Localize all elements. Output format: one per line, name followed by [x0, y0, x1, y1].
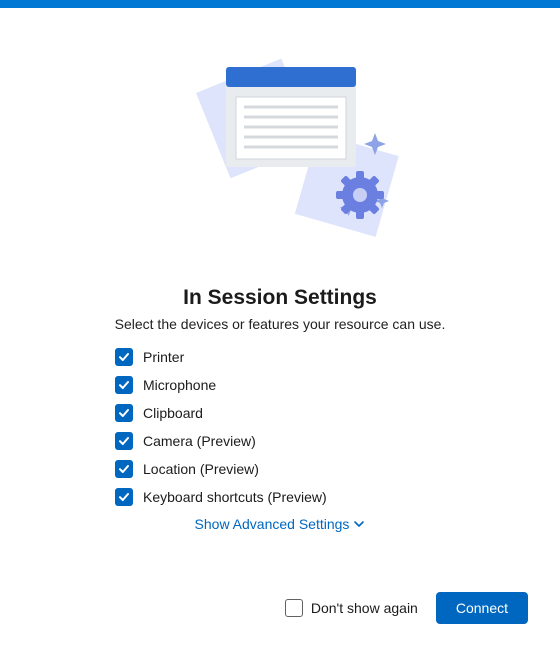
option-microphone[interactable]: Microphone: [115, 376, 445, 394]
window-top-accent: [0, 0, 560, 8]
option-label: Microphone: [143, 377, 216, 393]
option-label: Printer: [143, 349, 184, 365]
option-keyboard-shortcuts-preview[interactable]: Keyboard shortcuts (Preview): [115, 488, 445, 506]
checkbox-icon: [115, 432, 133, 450]
option-camera-preview[interactable]: Camera (Preview): [115, 432, 445, 450]
option-label: Location (Preview): [143, 461, 259, 477]
checkbox-icon: [115, 348, 133, 366]
dialog-subtitle: Select the devices or features your reso…: [115, 316, 446, 332]
option-printer[interactable]: Printer: [115, 348, 445, 366]
dialog-body: In Session Settings Select the devices o…: [0, 8, 560, 532]
settings-illustration: [0, 18, 560, 268]
option-clipboard[interactable]: Clipboard: [115, 404, 445, 422]
checkbox-icon: [115, 460, 133, 478]
show-advanced-settings-link[interactable]: Show Advanced Settings: [80, 516, 481, 532]
checkbox-icon: [115, 376, 133, 394]
checkbox-icon: [115, 404, 133, 422]
settings-illustration-svg: [140, 33, 420, 253]
checkbox-icon: [285, 599, 303, 617]
dialog-footer: Don't show again Connect: [285, 592, 528, 624]
dialog-title: In Session Settings: [183, 286, 377, 310]
show-advanced-settings-label: Show Advanced Settings: [195, 516, 350, 532]
option-label: Keyboard shortcuts (Preview): [143, 489, 327, 505]
chevron-down-icon: [353, 518, 365, 530]
option-label: Clipboard: [143, 405, 203, 421]
option-label: Camera (Preview): [143, 433, 256, 449]
option-location-preview[interactable]: Location (Preview): [115, 460, 445, 478]
connect-button[interactable]: Connect: [436, 592, 528, 624]
checkbox-icon: [115, 488, 133, 506]
dont-show-again-label: Don't show again: [311, 600, 418, 616]
options-list: Printer Microphone Clipboard Camera (Previe…: [0, 348, 560, 506]
dont-show-again-checkbox[interactable]: Don't show again: [285, 599, 418, 617]
